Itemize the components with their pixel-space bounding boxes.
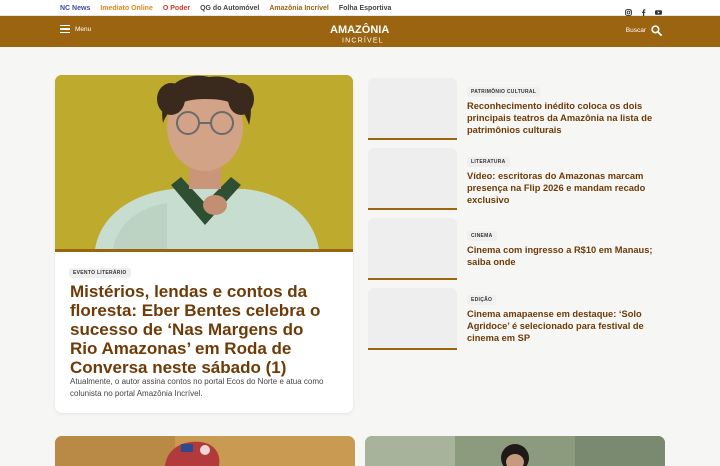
network-links: NC News Imediato Online O Poder QG do Au…: [60, 0, 391, 16]
site-logo[interactable]: AMAZÔNIA INCRÍVEL: [329, 20, 391, 45]
facebook-icon[interactable]: [640, 3, 647, 16]
article-thumbnail[interactable]: [368, 148, 457, 208]
network-link-nc-news[interactable]: NC News: [60, 5, 90, 12]
thumbnail-accent-line: [368, 138, 457, 140]
network-bar: NC News Imediato Online O Poder QG do Au…: [0, 0, 720, 16]
featured-excerpt: Atualmente, o autor assina contos no por…: [70, 377, 324, 398]
featured-article[interactable]: EVENTO LITERÁRIO Mistérios, lendas e con…: [55, 75, 353, 413]
network-link-o-poder[interactable]: O Poder: [163, 5, 190, 12]
search-button[interactable]: Buscar: [626, 25, 662, 36]
article-title[interactable]: Vídeo: escritoras do Amazonas marcam pre…: [467, 170, 667, 206]
logo-line1: AMAZÔNIA: [330, 23, 389, 36]
featured-title[interactable]: Mistérios, lendas e contos da floresta: …: [70, 282, 330, 377]
article-tag[interactable]: PATRIMÔNIO CULTURAL: [467, 87, 541, 97]
photo-accent-line: [55, 249, 353, 252]
article-title[interactable]: Cinema com ingresso a R$10 em Manaus; sa…: [467, 244, 667, 268]
search-label: Buscar: [625, 27, 646, 34]
article-thumbnail[interactable]: [368, 78, 457, 138]
article-title[interactable]: Cinema amapaense em destaque: ‘Solo Agri…: [467, 308, 667, 344]
menu-label: Menu: [75, 25, 92, 33]
article-tag[interactable]: LITERATURA: [467, 157, 510, 167]
hamburger-icon: [60, 25, 70, 33]
instagram-icon[interactable]: [625, 3, 632, 16]
featured-tag[interactable]: EVENTO LITERÁRIO: [69, 268, 131, 278]
article-title[interactable]: Reconhecimento inédito coloca os dois pr…: [467, 100, 667, 136]
article-card-bottom-left[interactable]: [55, 436, 355, 466]
menu-button[interactable]: Menu: [60, 25, 91, 33]
search-icon: [651, 25, 662, 36]
network-link-amazonia-incrivel[interactable]: Amazônia Incrível: [269, 5, 329, 12]
youtube-icon[interactable]: [655, 3, 662, 15]
article-card[interactable]: LITERATURA Vídeo: escritoras do Amazonas…: [368, 148, 668, 210]
network-link-imediato-online[interactable]: Imediato Online: [100, 5, 153, 12]
article-tag[interactable]: EDIÇÃO: [467, 295, 497, 305]
article-card[interactable]: EDIÇÃO Cinema amapaense em destaque: ‘So…: [368, 288, 668, 350]
thumbnail-accent-line: [368, 208, 457, 210]
site-header: Menu AMAZÔNIA INCRÍVEL Buscar: [0, 16, 720, 47]
article-card[interactable]: PATRIMÔNIO CULTURAL Reconhecimento inédi…: [368, 78, 668, 140]
article-card-bottom-right[interactable]: [365, 436, 665, 466]
social-links: [625, 3, 662, 16]
thumbnail-accent-line: [368, 278, 457, 280]
logo-line2: INCRÍVEL: [342, 36, 384, 45]
network-link-folha-esportiva[interactable]: Folha Esportiva: [339, 5, 392, 12]
thumbnail-accent-line: [368, 348, 457, 350]
network-link-qg-do-automovel[interactable]: QG do Automóvel: [200, 5, 259, 12]
featured-photo[interactable]: [55, 75, 353, 249]
article-card[interactable]: CINEMA Cinema com ingresso a R$10 em Man…: [368, 218, 668, 280]
article-thumbnail[interactable]: [368, 288, 457, 348]
article-tag[interactable]: CINEMA: [467, 231, 497, 241]
article-thumbnail[interactable]: [368, 218, 457, 278]
